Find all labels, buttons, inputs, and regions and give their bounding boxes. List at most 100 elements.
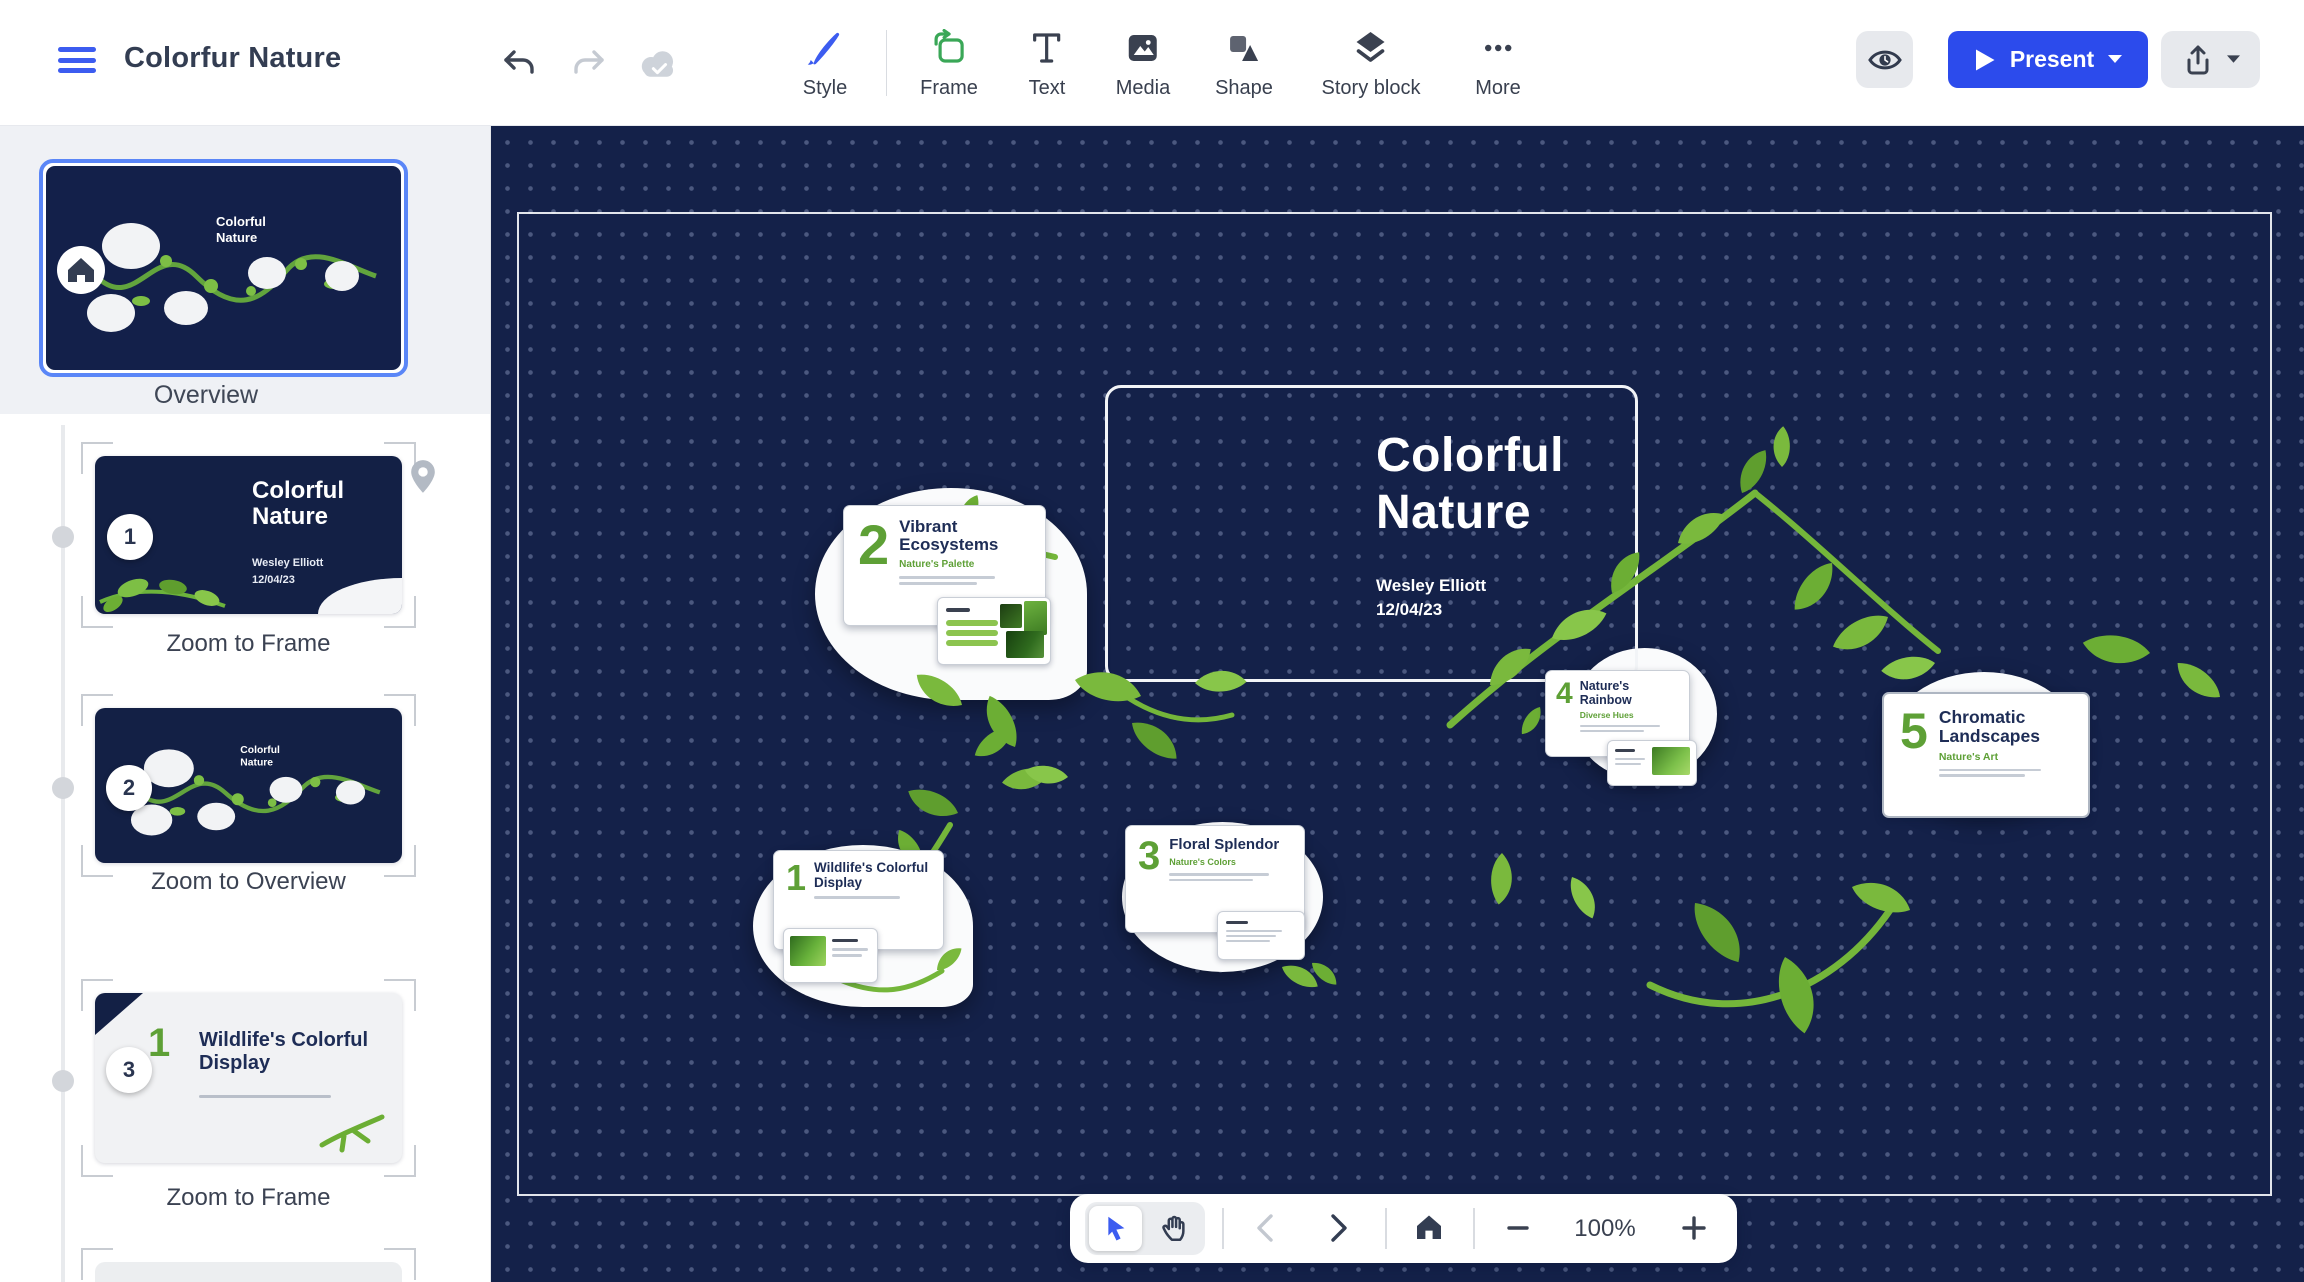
photo-thumbnail: [790, 936, 826, 966]
placeholder-text: [1615, 763, 1641, 765]
save-status: [636, 44, 680, 84]
overview-thumbnail[interactable]: Colorful Nature: [39, 159, 408, 377]
corner-decoration: [318, 578, 402, 614]
media-icon: [1124, 28, 1162, 68]
tool-more[interactable]: More: [1475, 28, 1521, 100]
topic-number: 4: [1556, 680, 1573, 750]
home-view-button[interactable]: [1405, 1204, 1453, 1252]
frame-icon: [930, 28, 968, 68]
shape-icon: [1225, 28, 1263, 68]
topic-subtitle: Diverse Hues: [1580, 710, 1683, 720]
chevron-right-icon: [1328, 1213, 1350, 1243]
placeholder-text: [1939, 774, 2025, 777]
step-2-badge: 2: [106, 765, 152, 811]
timeline-dot: [52, 1070, 74, 1092]
presentation-author: Wesley Elliott: [1376, 576, 1486, 596]
placeholder-text: [199, 1095, 331, 1098]
placeholder-text: [1939, 769, 2041, 772]
placeholder-text: [1580, 730, 1644, 732]
title-frame[interactable]: ColorfulNature Wesley Elliott 12/04/23: [1105, 385, 1638, 682]
overview-minimap: Colorful Nature: [46, 166, 401, 370]
topic-title: Nature's Rainbow: [1580, 680, 1683, 707]
eye-icon: [1866, 45, 1904, 75]
minimap-title-line2: Nature: [216, 230, 257, 245]
presentation-editor: Colorfur Nature: [0, 0, 2304, 1282]
topic-number: 2: [858, 518, 889, 615]
topic-5-card[interactable]: 5 ChromaticLandscapes Nature's Art: [1882, 692, 2090, 818]
undo-button[interactable]: [498, 44, 542, 84]
placeholder-text: [1226, 940, 1270, 942]
topic-subtitle: Nature's Palette: [899, 559, 998, 570]
document-title[interactable]: Colorfur Nature: [124, 42, 341, 75]
editor-canvas[interactable]: ColorfulNature Wesley Elliott 12/04/23: [490, 125, 2304, 1282]
placeholder-text: [1169, 873, 1269, 876]
step-3-badge: 3: [106, 1047, 152, 1093]
list-bar: [946, 620, 998, 626]
topic-3-subcard[interactable]: [1217, 911, 1305, 960]
toolbar-divider: [1385, 1208, 1387, 1249]
tool-frame[interactable]: Frame: [920, 28, 978, 100]
pan-tool-button[interactable]: [1145, 1206, 1201, 1251]
photo-thumbnail: [1000, 604, 1022, 628]
topic-subtitle: Nature's Colors: [1169, 857, 1279, 867]
zoom-out-icon: [1505, 1215, 1531, 1241]
thumb-number: 1: [148, 1021, 170, 1066]
toolbar-divider: [886, 30, 887, 96]
topic-4-subcard[interactable]: [1607, 740, 1697, 786]
photo-thumbnail: [1652, 747, 1690, 775]
topic-number: 5: [1900, 708, 1928, 806]
photo-thumbnail: [1006, 631, 1044, 658]
list-bar: [946, 630, 998, 636]
share-upload-icon: [2181, 43, 2215, 77]
present-label: Present: [2010, 46, 2094, 73]
topic-1-subcard[interactable]: [783, 928, 878, 983]
redo-icon: [570, 47, 606, 81]
steps-sidebar: Colorful Nature Overview ColorfulNature …: [0, 125, 491, 1282]
step-2-label[interactable]: Zoom to Overview: [75, 868, 422, 896]
tool-style[interactable]: Style: [803, 28, 847, 100]
share-button[interactable]: [2161, 31, 2260, 88]
cloud-check-icon: [636, 46, 680, 82]
tool-text[interactable]: Text: [1029, 28, 1066, 100]
caret-down-icon: [2108, 55, 2122, 64]
steps-timeline: [61, 425, 65, 1282]
step-4-thumbnail[interactable]: [95, 1262, 402, 1282]
timeline-dot: [52, 777, 74, 799]
cursor-icon: [1103, 1214, 1129, 1244]
preview-button[interactable]: [1856, 31, 1913, 88]
leaf-decoration: [95, 554, 265, 614]
corner-decoration: [95, 993, 143, 1035]
timeline-dot: [52, 526, 74, 548]
select-tool-button[interactable]: [1089, 1206, 1142, 1251]
more-icon: [1480, 28, 1516, 68]
hand-icon: [1159, 1214, 1187, 1244]
zoom-in-button[interactable]: [1670, 1204, 1718, 1252]
tool-shape-label: Shape: [1215, 77, 1273, 100]
thumb-title: Wildlife's ColorfulDisplay: [199, 1029, 368, 1075]
tool-text-label: Text: [1029, 77, 1066, 100]
previous-step-button[interactable]: [1241, 1204, 1289, 1252]
placeholder-text: [1615, 758, 1645, 760]
tool-story-block-label: Story block: [1322, 77, 1421, 100]
redo-button[interactable]: [566, 44, 610, 84]
topic-2-subcard[interactable]: [937, 597, 1051, 665]
step-1-label[interactable]: Zoom to Frame: [75, 630, 422, 658]
map-pin-icon[interactable]: [405, 454, 441, 500]
present-button[interactable]: Present: [1948, 31, 2148, 88]
tool-more-label: More: [1475, 77, 1521, 100]
zoom-out-button[interactable]: [1494, 1204, 1542, 1252]
tool-shape[interactable]: Shape: [1215, 28, 1273, 100]
next-step-button[interactable]: [1315, 1204, 1363, 1252]
placeholder-text: [832, 939, 858, 942]
minimap-title-line1: Colorful: [240, 745, 280, 756]
topic-number: 3: [1138, 837, 1160, 924]
step-3-label[interactable]: Zoom to Frame: [75, 1184, 422, 1212]
leaf-decoration: [314, 1105, 394, 1157]
topic-title: Wildlife's ColorfulDisplay: [814, 861, 928, 890]
tool-story-block[interactable]: Story block: [1322, 28, 1421, 100]
placeholder-text: [832, 954, 862, 957]
toolbar-divider: [1222, 1208, 1224, 1249]
menu-icon[interactable]: [58, 47, 98, 79]
tool-media[interactable]: Media: [1116, 28, 1170, 100]
tool-style-label: Style: [803, 77, 847, 100]
